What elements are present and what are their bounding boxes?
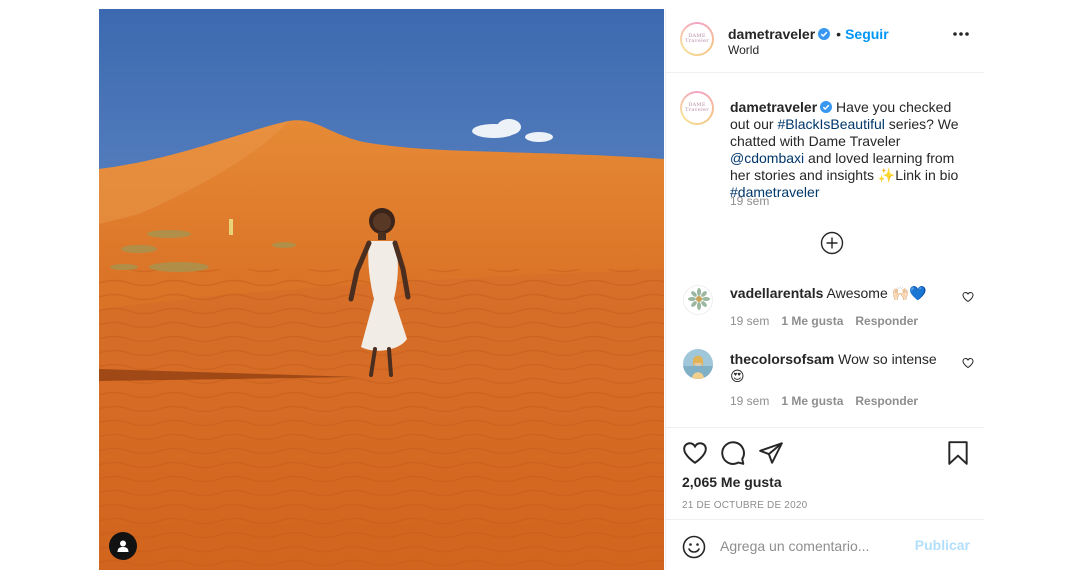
follow-button[interactable]: Seguir: [845, 26, 889, 42]
caption-timestamp[interactable]: 19 sem: [730, 194, 769, 208]
add-comment-bar: Publicar: [666, 519, 984, 570]
commenter-username[interactable]: thecolorsofsam: [730, 351, 834, 367]
heart-icon[interactable]: [682, 440, 708, 466]
flower-logo-icon: [688, 288, 710, 310]
commenter-username[interactable]: vadellarentals: [730, 285, 823, 301]
comment-meta: 19 sem 1 Me gusta Responder: [730, 314, 918, 328]
comment-likes[interactable]: 1 Me gusta: [781, 314, 843, 328]
comment-text: Awesome 🙌🏻💙: [823, 285, 927, 301]
post-actions: 2,065 Me gusta 21 DE OCTUBRE DE 2020: [666, 427, 984, 527]
comment-time[interactable]: 19 sem: [730, 394, 769, 408]
hashtag-link[interactable]: #BlackIsBeautiful: [777, 116, 884, 132]
comment-like-heart-icon[interactable]: [962, 357, 974, 369]
caption-author-avatar[interactable]: DAME Traveler: [680, 91, 714, 125]
comment-time[interactable]: 19 sem: [730, 314, 769, 328]
mention-link[interactable]: @cdombaxi: [730, 150, 804, 166]
comment-input[interactable]: [720, 533, 900, 559]
verified-badge-icon: [820, 101, 833, 113]
emoji-icon[interactable]: [682, 535, 706, 559]
desert-photo: [99, 9, 664, 570]
avatar-logo-subtext: Traveler: [685, 107, 709, 113]
caption-text: dametraveler Have you checked out our #B…: [730, 99, 974, 201]
bookmark-icon[interactable]: [946, 440, 970, 466]
post-side-panel: DAME Traveler dametraveler • Seguir Worl…: [665, 9, 984, 570]
more-options-icon[interactable]: [952, 31, 970, 37]
comment-likes[interactable]: 1 Me gusta: [781, 394, 843, 408]
caption-author-username[interactable]: dametraveler: [730, 99, 817, 115]
author-username[interactable]: dametraveler: [728, 26, 815, 42]
verified-badge-icon: [818, 28, 831, 40]
commenter-avatar[interactable]: [683, 285, 713, 315]
reply-button[interactable]: Responder: [855, 394, 918, 408]
profile-photo: [683, 349, 713, 379]
commenter-avatar[interactable]: [683, 349, 713, 379]
user-tags-button[interactable]: [109, 532, 137, 560]
post-location[interactable]: World: [728, 43, 759, 57]
comment-meta: 19 sem 1 Me gusta Responder: [730, 394, 918, 408]
post-header: DAME Traveler dametraveler • Seguir Worl…: [666, 9, 984, 73]
post-date[interactable]: 21 DE OCTUBRE DE 2020: [682, 500, 807, 511]
share-icon[interactable]: [758, 440, 784, 466]
author-avatar[interactable]: DAME Traveler: [680, 22, 714, 56]
follow-separator: •: [836, 26, 842, 42]
sparkle-emoji: ✨: [877, 167, 896, 183]
likes-count[interactable]: 2,065 Me gusta: [682, 474, 782, 490]
caption-part-4: Link in bio: [895, 167, 959, 183]
avatar-logo-subtext: Traveler: [685, 38, 709, 44]
post-image[interactable]: [99, 9, 664, 570]
load-more-icon[interactable]: [820, 231, 844, 255]
comment-like-heart-icon[interactable]: [962, 291, 974, 303]
user-tag-icon: [117, 540, 129, 552]
reply-button[interactable]: Responder: [855, 314, 918, 328]
publish-button[interactable]: Publicar: [915, 537, 970, 553]
comment-icon[interactable]: [720, 440, 746, 466]
